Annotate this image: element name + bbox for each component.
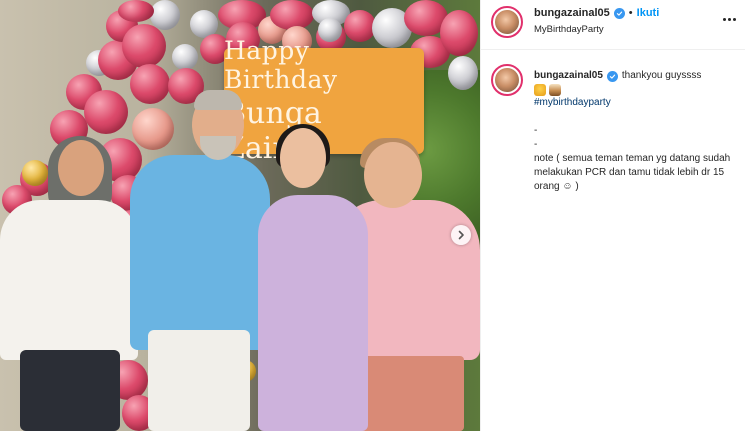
party-emoji-icon: [534, 84, 546, 96]
post-side-panel: bungazainal05 • Ikuti MyBirthdayParty bu…: [480, 0, 745, 431]
caption-dash-2: -: [534, 139, 538, 150]
caption-avatar[interactable]: [491, 64, 523, 96]
follow-button[interactable]: Ikuti: [637, 7, 660, 19]
header-user-row: bungazainal05 • Ikuti: [534, 7, 659, 19]
caption-username[interactable]: bungazainal05: [534, 69, 603, 83]
cake-emoji-icon: [549, 84, 561, 96]
caption-body: bungazainal05 thankyou guyssss #mybirthd…: [534, 69, 739, 194]
chevron-right-icon: [458, 230, 464, 240]
carousel-next-button[interactable]: [451, 225, 471, 245]
post-header: bungazainal05 • Ikuti MyBirthdayParty: [481, 0, 745, 50]
verified-badge-icon: [613, 7, 625, 19]
post-photo[interactable]: Happy Birthday Bunga Zainal: [0, 0, 480, 431]
verified-badge-icon: [606, 70, 618, 82]
caption-emojis: [534, 84, 739, 96]
header-username[interactable]: bungazainal05: [534, 7, 610, 19]
banner-line-1: Happy Birthday: [224, 36, 338, 94]
caption-text: thankyou guyssss: [621, 70, 702, 81]
more-options-icon[interactable]: [720, 12, 738, 26]
caption-hashtag[interactable]: #mybirthdayparty: [534, 96, 739, 110]
caption-note: note ( semua teman teman yg datang sudah…: [534, 153, 731, 192]
location-link[interactable]: MyBirthdayParty: [534, 24, 604, 35]
header-avatar[interactable]: [491, 6, 523, 38]
header-separator: •: [628, 7, 633, 19]
caption-dash-1: -: [534, 125, 538, 136]
